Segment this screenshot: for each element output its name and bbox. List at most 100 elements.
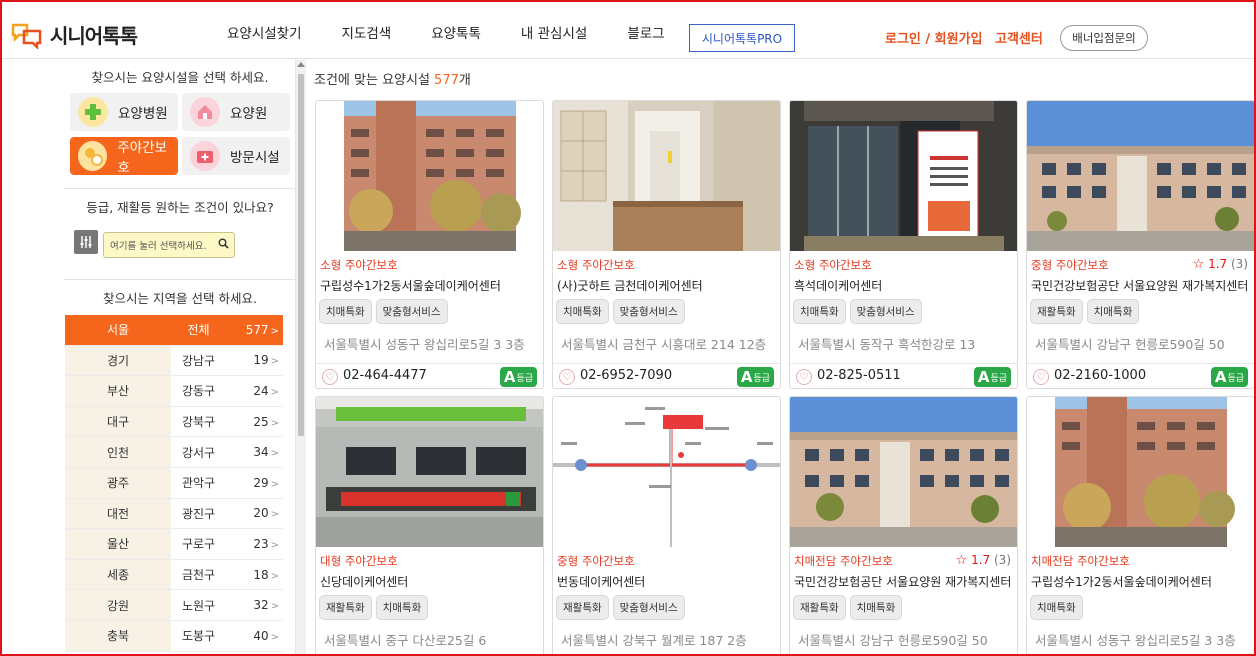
heart-icon[interactable]: ♡ bbox=[796, 369, 812, 385]
type-label: 요양원 bbox=[230, 106, 268, 122]
card-rating: ☆ 1.7 (3) bbox=[1192, 257, 1248, 272]
chevron-right-icon: > bbox=[270, 478, 279, 490]
card-name[interactable]: 국민건강보험공단 서울요양원 재가복지센터 bbox=[794, 573, 1011, 590]
region-district[interactable]: 강동구 bbox=[171, 382, 226, 399]
region-city[interactable]: 세종 bbox=[65, 559, 171, 590]
tag: 치매특화 bbox=[1086, 299, 1140, 324]
region-district[interactable]: 금천구 bbox=[171, 566, 226, 583]
card-phone: 02-6952-7090 bbox=[580, 368, 673, 383]
nav-favorites[interactable]: 내 관심시설 bbox=[521, 22, 587, 42]
region-district[interactable]: 전체 bbox=[171, 321, 226, 338]
region-district[interactable]: 광진구 bbox=[171, 505, 226, 522]
region-row[interactable]: 울산 구로구 23 > bbox=[65, 529, 283, 560]
result-prefix: 조건에 맞는 요양시설 bbox=[314, 73, 430, 88]
type-button-day-care[interactable]: 주야간보호 bbox=[70, 137, 178, 176]
facility-card[interactable]: 소형 주야간보호 구립성수1가2동서울숲데이케어센터 치매특화 맞춤형서비스 서… bbox=[315, 100, 544, 389]
region-row[interactable]: 광주 관악구 29 > bbox=[65, 467, 283, 499]
region-row[interactable]: 강원 노원구 32 > bbox=[65, 590, 283, 621]
facility-photo[interactable] bbox=[553, 397, 780, 547]
tag: 치매특화 bbox=[793, 299, 846, 324]
facility-card[interactable]: 중형 주야간보호 ☆ 1.7 (3) 국민건강보험공단 서울요양원 재가복지센터… bbox=[1026, 100, 1255, 389]
card-name[interactable]: 구립성수1가2동서울숲데이케어센터 bbox=[1031, 573, 1212, 590]
region-city[interactable]: 강원 bbox=[65, 590, 171, 620]
region-city[interactable]: 대전 bbox=[65, 498, 171, 529]
login-link[interactable]: 로그인 / 회원가입 bbox=[885, 28, 983, 47]
card-name[interactable]: (사)굿하트 금천데이케어센터 bbox=[557, 277, 703, 294]
type-button-visit[interactable]: 방문시설 bbox=[182, 137, 290, 175]
region-district[interactable]: 노원구 bbox=[171, 597, 226, 614]
region-city[interactable]: 울산 bbox=[65, 529, 171, 559]
region-district[interactable]: 강서구 bbox=[171, 444, 226, 461]
grade-badge: A 등급 bbox=[973, 367, 1011, 387]
region-row[interactable]: 충북 도봉구 40 > bbox=[65, 620, 283, 652]
heart-icon[interactable]: ♡ bbox=[559, 369, 575, 385]
region-row[interactable]: 부산 강동구 24 > bbox=[65, 376, 283, 407]
type-button-hospital[interactable]: 요양병원 bbox=[70, 93, 178, 131]
region-city[interactable]: 서울 bbox=[65, 315, 171, 345]
card-name[interactable]: 국민건강보험공단 서울요양원 재가복지센터 bbox=[1031, 277, 1248, 294]
banner-inquiry-button[interactable]: 배너입점문의 bbox=[1060, 25, 1148, 51]
card-tags: 치매특화 맞춤형서비스 bbox=[793, 299, 922, 324]
scroll-thumb[interactable] bbox=[298, 74, 304, 436]
type-button-nursing-home[interactable]: 요양원 bbox=[182, 93, 290, 131]
nav-blog[interactable]: 블로그 bbox=[627, 22, 664, 42]
facility-card[interactable]: 소형 주야간보호 흑석데이케어센터 치매특화 맞춤형서비스 서울특별시 동작구 … bbox=[789, 100, 1018, 389]
facility-card[interactable]: 중형 주야간보호 번동데이케어센터 재활특화 맞춤형서비스 서울특별시 강북구 … bbox=[552, 396, 781, 656]
region-city[interactable]: 부산 bbox=[65, 376, 171, 406]
region-city[interactable]: 인천 bbox=[65, 437, 171, 467]
facility-card[interactable]: 대형 주야간보호 신당데이케어센터 재활특화 치매특화 서울특별시 중구 다산로… bbox=[315, 396, 544, 656]
region-city[interactable]: 대구 bbox=[65, 406, 171, 437]
nav-map-search[interactable]: 지도검색 bbox=[342, 22, 392, 42]
region-row[interactable]: 대전 광진구 20 > bbox=[65, 498, 283, 530]
card-name[interactable]: 번동데이케어센터 bbox=[557, 573, 645, 590]
star-icon: ☆ bbox=[955, 553, 968, 568]
region-count: 23 > bbox=[253, 536, 279, 551]
heart-icon[interactable]: ♡ bbox=[1033, 369, 1049, 385]
nav-facility-search[interactable]: 요양시설찾기 bbox=[227, 22, 302, 42]
card-name[interactable]: 구립성수1가2동서울숲데이케어센터 bbox=[320, 277, 501, 294]
facility-card[interactable]: 치매전담 주야간보호 구립성수1가2동서울숲데이케어센터 치매특화 서울특별시 … bbox=[1026, 396, 1255, 656]
nav-talk[interactable]: 요양톡톡 bbox=[431, 22, 481, 42]
facility-photo[interactable] bbox=[1027, 397, 1254, 547]
region-city[interactable]: 충북 bbox=[65, 620, 171, 651]
chevron-right-icon: > bbox=[270, 386, 279, 398]
tag: 맞춤형서비스 bbox=[375, 299, 448, 324]
facility-card[interactable]: 치매전담 주야간보호 ☆ 1.7 (3) 국민건강보험공단 서울요양원 재가복지… bbox=[789, 396, 1018, 656]
region-district[interactable]: 강남구 bbox=[171, 352, 226, 369]
tag: 치매특화 bbox=[1030, 595, 1083, 620]
facility-photo[interactable] bbox=[316, 397, 543, 547]
condition-select-input[interactable]: 여기를 눌러 선택하세요. bbox=[103, 232, 235, 258]
region-district[interactable]: 도봉구 bbox=[171, 627, 226, 644]
region-row[interactable]: 경기 강남구 19 > bbox=[65, 345, 283, 377]
region-city[interactable]: 광주 bbox=[65, 467, 171, 498]
sidebar-scrollbar[interactable] bbox=[296, 60, 306, 654]
search-icon bbox=[218, 238, 229, 252]
filter-icon[interactable] bbox=[74, 230, 98, 254]
card-address: 서울특별시 금천구 시흥대로 214 12층 bbox=[561, 337, 767, 352]
result-count-line: 조건에 맞는 요양시설 577개 bbox=[314, 69, 471, 88]
tag: 치매특화 bbox=[849, 595, 903, 620]
card-name[interactable]: 흑석데이케어센터 bbox=[794, 277, 882, 294]
region-row[interactable]: 서울 전체 577 > bbox=[65, 315, 283, 346]
facility-photo[interactable] bbox=[1027, 101, 1254, 251]
facility-card[interactable]: 소형 주야간보호 (사)굿하트 금천데이케어센터 치매특화 맞춤형서비스 서울특… bbox=[552, 100, 781, 389]
pro-button[interactable]: 시니어톡톡PRO bbox=[689, 24, 795, 52]
card-name[interactable]: 신당데이케어센터 bbox=[320, 573, 408, 590]
region-city[interactable]: 경기 bbox=[65, 345, 171, 376]
region-district[interactable]: 관악구 bbox=[171, 474, 226, 491]
region-row[interactable]: 대구 강북구 25 > bbox=[65, 406, 283, 438]
customer-center-link[interactable]: 고객센터 bbox=[995, 28, 1043, 47]
region-district[interactable]: 구로구 bbox=[171, 535, 226, 552]
scroll-up-arrow-icon[interactable] bbox=[297, 62, 305, 67]
region-count: 29 > bbox=[253, 475, 279, 490]
facility-photo[interactable] bbox=[316, 101, 543, 251]
region-row[interactable]: 인천 강서구 34 > bbox=[65, 437, 283, 468]
logo[interactable]: 시니어톡톡 bbox=[10, 20, 138, 50]
facility-photo[interactable] bbox=[553, 101, 780, 251]
region-district[interactable]: 강북구 bbox=[171, 413, 226, 430]
facility-photo[interactable] bbox=[790, 397, 1017, 547]
heart-icon[interactable]: ♡ bbox=[322, 369, 338, 385]
facility-photo[interactable] bbox=[790, 101, 1017, 251]
region-row[interactable]: 세종 금천구 18 > bbox=[65, 559, 283, 591]
type-label: 방문시설 bbox=[230, 150, 280, 166]
